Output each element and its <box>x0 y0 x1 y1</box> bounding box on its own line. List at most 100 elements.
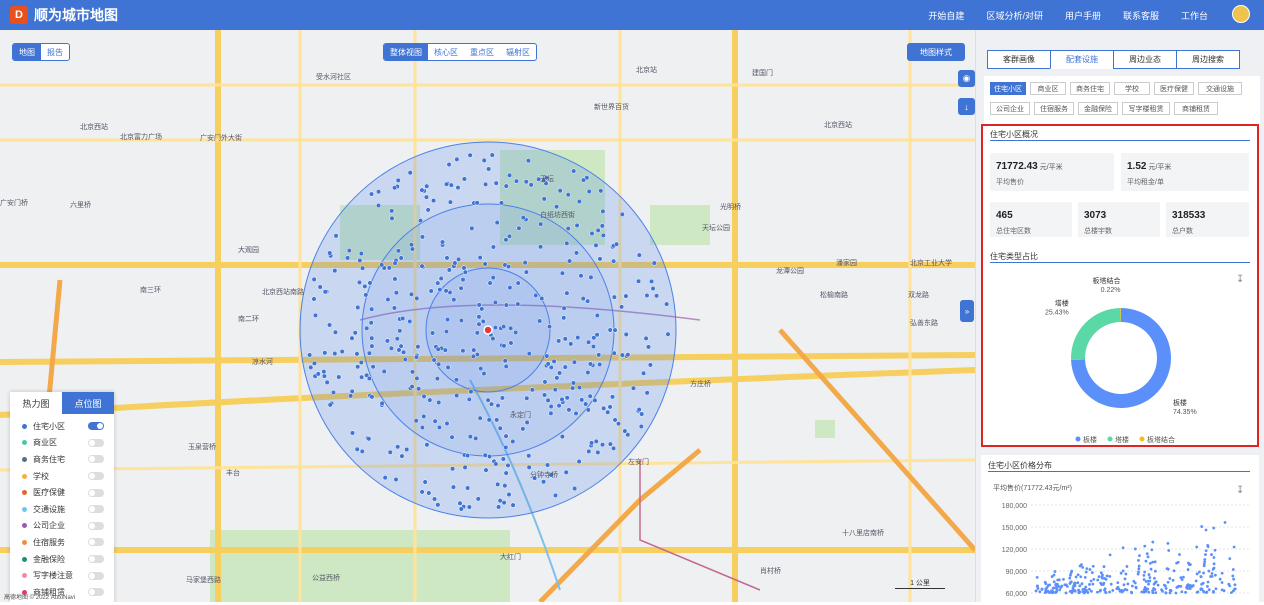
poi-point <box>625 352 631 358</box>
tab-radiation[interactable]: 辐射区 <box>500 44 536 60</box>
donut-legend-label: 板楼 <box>1083 435 1097 444</box>
legend-toggle[interactable] <box>88 488 104 497</box>
poi-point <box>369 306 375 312</box>
category-chip[interactable]: 住宿服务 <box>1034 102 1074 115</box>
poi-point <box>392 185 398 191</box>
poi-point <box>475 496 481 502</box>
tab-business[interactable]: 周边业态 <box>1113 50 1177 69</box>
scatter-point <box>1044 590 1048 594</box>
nav-workbench[interactable]: 工作台 <box>1181 9 1208 22</box>
scatter-point <box>1214 573 1217 577</box>
tab-core[interactable]: 核心区 <box>428 44 464 60</box>
legend-toggle[interactable] <box>88 455 104 464</box>
scatter-point <box>1069 573 1072 577</box>
poi-point <box>503 444 509 450</box>
scatter-point <box>1137 559 1140 562</box>
scatter-point <box>1186 568 1190 571</box>
legend-toggle[interactable] <box>88 521 104 530</box>
scatter-point <box>1220 571 1224 575</box>
poi-point <box>480 318 486 324</box>
poi-point <box>395 248 401 254</box>
download-icon[interactable]: ↓ <box>958 98 975 115</box>
poi-point <box>482 452 488 458</box>
tab-map[interactable]: 地图 <box>13 44 41 60</box>
poi-point <box>586 188 592 194</box>
legend-toggle[interactable] <box>88 472 104 481</box>
poi-point <box>600 232 606 238</box>
poi-point <box>445 316 451 323</box>
scatter-point <box>1206 584 1209 588</box>
poi-point <box>571 168 577 174</box>
nav-analysis[interactable]: 区域分析/对研 <box>986 9 1043 22</box>
poi-point <box>436 424 442 430</box>
scatter-point <box>1090 571 1094 575</box>
poi-point <box>476 302 482 308</box>
poi-point <box>515 280 521 286</box>
category-chip[interactable]: 金融保险 <box>1078 102 1118 115</box>
eye-icon[interactable]: ◉ <box>958 70 975 87</box>
scatter-point <box>1101 576 1104 580</box>
legend-toggle[interactable] <box>88 422 104 431</box>
scatter-point <box>1180 578 1184 582</box>
scatter-point <box>1199 587 1203 591</box>
legend-toggle[interactable] <box>88 505 104 514</box>
poi-point <box>435 280 441 286</box>
category-chip[interactable]: 学校 <box>1114 82 1150 95</box>
poi-point <box>611 445 617 451</box>
category-chip[interactable]: 医疗保健 <box>1154 82 1194 95</box>
tab-search[interactable]: 周边搜索 <box>1176 50 1240 69</box>
tab-report[interactable]: 报告 <box>41 44 69 60</box>
map-style-button[interactable]: 地图样式 <box>907 43 965 61</box>
poi-point <box>474 200 480 206</box>
scatter-point <box>1194 579 1198 583</box>
nav-start[interactable]: 开始自建 <box>928 9 964 22</box>
category-chip[interactable]: 公司企业 <box>990 102 1030 115</box>
scatter-point <box>1204 591 1208 594</box>
category-chip[interactable]: 交通设施 <box>1198 82 1242 95</box>
scatter-point <box>1102 565 1106 568</box>
legend-toggle[interactable] <box>88 571 104 580</box>
tab-heatmap[interactable]: 热力图 <box>10 392 62 414</box>
user-avatar[interactable] <box>1232 5 1250 23</box>
tab-facilities[interactable]: 配套设施 <box>1050 50 1114 69</box>
tab-overall[interactable]: 整体视图 <box>384 44 428 60</box>
poi-point <box>594 312 600 319</box>
poi-point <box>619 352 625 358</box>
legend-toggle[interactable] <box>88 555 104 564</box>
poi-point <box>589 440 595 446</box>
poi-point <box>586 339 592 345</box>
poi-point <box>458 506 464 512</box>
poi-point <box>421 413 427 419</box>
poi-point <box>554 204 560 210</box>
poi-point <box>561 305 567 311</box>
map-canvas[interactable]: 地图 报告 整体视图 核心区 重点区 辐射区 地图样式 热力图 点位图 住宅小区… <box>0 30 975 602</box>
poi-point <box>607 404 613 410</box>
poi-point <box>503 302 509 308</box>
legend-toggle[interactable] <box>88 538 104 547</box>
nav-manual[interactable]: 用户手册 <box>1065 9 1101 22</box>
expand-panel-button[interactable]: » <box>960 300 974 322</box>
scatter-point <box>1168 577 1172 580</box>
category-chip[interactable]: 商铺租赁 <box>1174 102 1218 115</box>
tab-pointmap[interactable]: 点位图 <box>62 392 114 414</box>
scatter-point <box>1108 553 1112 557</box>
category-chip[interactable]: 住宅小区 <box>990 82 1026 95</box>
poi-point <box>419 263 425 269</box>
scatter-point <box>1211 567 1215 571</box>
donut-legend-dot <box>1075 436 1081 442</box>
category-chip[interactable]: 写字楼租赁 <box>1122 102 1170 115</box>
legend-dot <box>22 556 27 562</box>
poi-point <box>593 438 599 444</box>
scatter-point <box>1202 590 1206 594</box>
scatter-point <box>1034 589 1038 593</box>
category-chip[interactable]: 商务住宅 <box>1070 82 1110 95</box>
tab-customer[interactable]: 客群画像 <box>987 50 1051 69</box>
poi-point <box>368 320 374 326</box>
nav-contact[interactable]: 联系客服 <box>1123 9 1159 22</box>
scatter-point <box>1084 570 1088 574</box>
category-chip[interactable]: 商业区 <box>1030 82 1066 95</box>
legend-toggle[interactable] <box>88 588 104 597</box>
tab-key[interactable]: 重点区 <box>464 44 500 60</box>
legend-toggle[interactable] <box>88 438 104 447</box>
poi-point <box>587 393 593 399</box>
